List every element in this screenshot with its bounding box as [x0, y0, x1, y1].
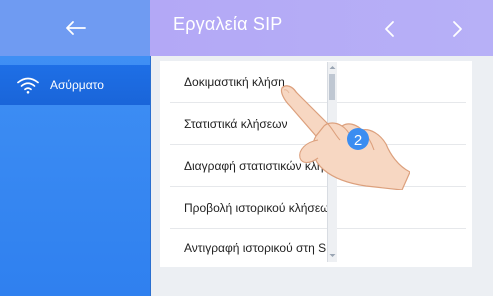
menu-item-label: Αντιγραφή ιστορικού στη SD [184, 240, 335, 255]
menu-item-view-call-history[interactable]: Προβολή ιστορικού κλήσεων [160, 187, 472, 228]
sidebar: Ασύρματο [0, 56, 151, 296]
scroll-up-arrow-icon[interactable] [329, 64, 336, 71]
step-number: 2 [354, 132, 362, 149]
header-bar: Εργαλεία SIP [150, 0, 493, 56]
sidebar-item-label: Ασύρματο [50, 78, 104, 92]
sidebar-item-wireless[interactable]: Ασύρματο [0, 65, 150, 105]
wifi-icon [17, 77, 39, 94]
back-arrow-icon[interactable] [64, 20, 86, 36]
next-page-button[interactable] [447, 18, 469, 40]
pointing-hand-icon: 2 [280, 85, 410, 190]
chevron-left-icon [385, 21, 394, 37]
chevron-right-icon [453, 21, 462, 37]
menu-item-label: Προβολή ιστορικού κλήσεων [184, 200, 336, 215]
menu-item-copy-history-to-sd[interactable]: Αντιγραφή ιστορικού στη SD [160, 227, 472, 268]
page-title: Εργαλεία SIP [173, 14, 283, 34]
back-area[interactable] [0, 0, 150, 56]
scroll-down-arrow-icon[interactable] [329, 252, 336, 259]
previous-page-button[interactable] [378, 18, 400, 40]
